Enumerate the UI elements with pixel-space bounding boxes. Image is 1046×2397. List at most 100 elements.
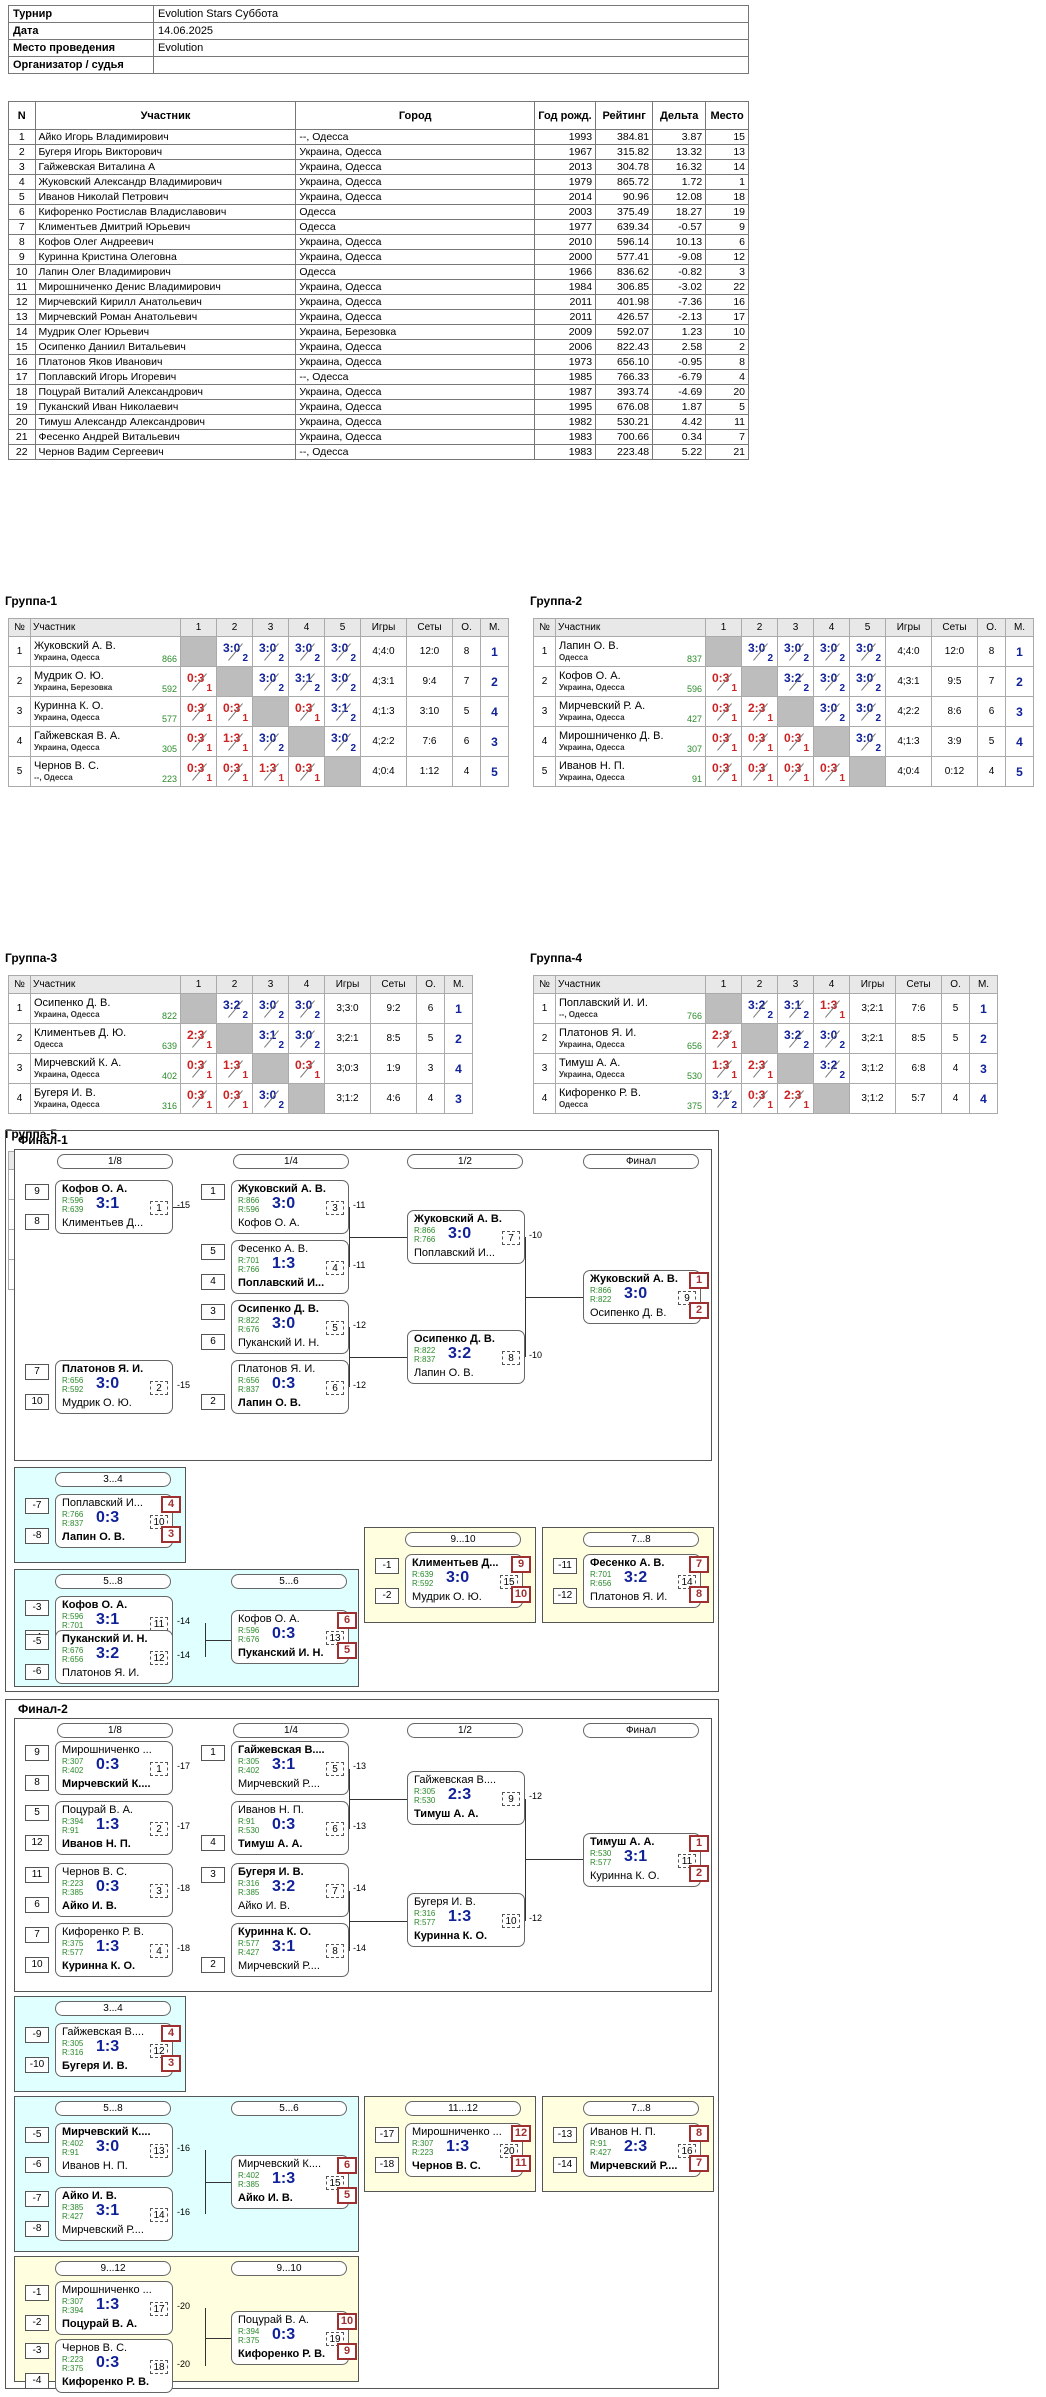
group-player-city: Одесса — [559, 653, 588, 662]
player-year: 1973 — [533, 354, 597, 370]
group-games: 3;1:2 — [324, 1083, 371, 1114]
match-player-2: Мирчевский Р.... — [590, 2160, 678, 2172]
group-row: 4 Мирошниченко Д. В. Украина, Одесса 307 0:3… — [533, 726, 1034, 757]
gh-games: Игры — [324, 975, 371, 994]
group-cell-score: 0:31 — [180, 726, 217, 757]
group-cell-score: 0:31 — [180, 666, 217, 697]
player-place: 20 — [705, 384, 749, 400]
player-number: 22 — [8, 444, 36, 460]
cell-points: 2 — [875, 743, 881, 754]
bracket-match: Жуковский А. В. R:866 R:766 3:0 7 Поплавский … — [407, 1210, 525, 1264]
cell-points: 1 — [803, 743, 809, 754]
group-title: Группа-2 — [530, 594, 583, 608]
group-place: 3 — [480, 726, 509, 757]
group-cell-score: 3:1 2 — [288, 666, 325, 697]
seed-label: -17 — [375, 2127, 399, 2143]
cell-points: 2 — [314, 653, 320, 664]
seed-label: 2 — [201, 1394, 225, 1410]
match-rating-1: R:866 — [238, 1196, 260, 1205]
match-score: 3:0 — [272, 1195, 296, 1212]
player-number: 8 — [8, 234, 36, 250]
group-row: 5 Чернов В. С. --, Одесса 223 0:3 1 0:3 1 1:3 1 0:… — [8, 756, 509, 787]
match-player-1: Осипенко Д. В. — [238, 1303, 319, 1315]
place-label: 6 — [337, 2157, 357, 2174]
group-place: 4 — [444, 1053, 473, 1084]
group-player-city: Украина, Одесса — [559, 773, 625, 782]
player-row: 4 Жуковский Александр Владимирович Украина… — [8, 174, 749, 190]
seed-label: -2 — [25, 2315, 49, 2331]
info-row: Турнир Evolution Stars Суббота — [8, 5, 749, 23]
match-number: 1 — [150, 1201, 168, 1215]
group-points: 8 — [977, 636, 1006, 667]
match-rating-1: R:223 — [62, 1879, 84, 1888]
cell-points: 2 — [839, 683, 845, 694]
match-player-1: Климентьев Д... — [412, 1557, 499, 1569]
group-cell-self — [849, 756, 886, 787]
group-place: 1 — [969, 993, 998, 1024]
group-player-rating: 223 — [161, 774, 177, 784]
group-cell-score: 0:31 — [216, 1083, 253, 1114]
player-name: Мирчевский Роман Анатольевич — [34, 309, 297, 325]
gh-col: 1 — [180, 975, 217, 994]
match-player-1: Жуковский А. В. — [238, 1183, 326, 1195]
group-place: 2 — [480, 666, 509, 697]
match-rating-1: R:223 — [62, 2355, 84, 2364]
place-label: 12 — [511, 2125, 531, 2142]
player-city: --, Одесса — [295, 369, 535, 385]
group-sets: 8:5 — [370, 1023, 417, 1054]
round-header: 1/8 — [57, 1723, 173, 1738]
player-name: Платонов Яков Иванович — [34, 354, 297, 370]
col-place: Место — [705, 101, 749, 130]
match-rating-2: R:402 — [238, 1766, 260, 1775]
gh-o: О. — [416, 975, 445, 994]
group-row: 2 Кофов О. А. Украина, Одесса 596 0:3 1 3:2 2 3:… — [533, 666, 1034, 697]
cell-points: 1 — [839, 1010, 845, 1021]
group-player-city: Одесса — [34, 1040, 63, 1049]
player-place: 3 — [705, 264, 749, 280]
round-header: 1/4 — [233, 1723, 349, 1738]
final-title: Финал-1 — [18, 1133, 68, 1147]
loser-target: -10 — [529, 1230, 543, 1240]
group-points: 4 — [941, 1083, 970, 1114]
group-player-rating: 596 — [686, 684, 702, 694]
group-player-name: Лапин О. В. — [559, 640, 619, 652]
player-rating: 304.78 — [595, 159, 654, 175]
cell-points: 2 — [839, 653, 845, 664]
group-points: 7 — [977, 666, 1006, 697]
match-number: 10 — [502, 1914, 520, 1928]
loser-target: -15 — [177, 1200, 191, 1210]
gh-m: М. — [444, 975, 473, 994]
player-year: 2009 — [533, 324, 597, 340]
group-player-rating: 766 — [686, 1011, 702, 1021]
group-row-number: 4 — [8, 726, 31, 757]
cell-points: 2 — [803, 683, 809, 694]
match-rating-1: R:577 — [238, 1939, 260, 1948]
group-cell-score: 3:1 2 — [324, 696, 361, 727]
group-sets: 7:6 — [895, 993, 942, 1024]
match-number: 6 — [326, 1381, 344, 1395]
round-header: Финал — [583, 1154, 699, 1169]
match-rating-1: R:596 — [62, 1196, 84, 1205]
match-player-1: Кофов О. А. — [238, 1613, 300, 1625]
gh-n: № — [533, 618, 556, 637]
group-points: 5 — [452, 696, 481, 727]
players-header-row: N Участник Город Год рожд. Рейтинг Дельт… — [8, 101, 749, 130]
match-player-1: Тимуш А. А. — [590, 1836, 655, 1848]
seed-label: -10 — [25, 2057, 49, 2073]
match-number: 1 — [150, 1762, 168, 1776]
group-cell-score: 2:31 — [180, 1023, 217, 1054]
match-rating-2: R:427 — [238, 1948, 260, 1957]
group-row-number: 1 — [8, 636, 31, 667]
place-label: 6 — [337, 1612, 357, 1629]
group-player: Жуковский А. В. Украина, Одесса 866 — [30, 636, 181, 667]
player-rating: 393.74 — [595, 384, 654, 400]
round-header: 9...10 — [231, 2261, 347, 2276]
cell-points: 1 — [767, 1070, 773, 1081]
group-row-number: 1 — [533, 993, 556, 1024]
group-place: 2 — [1005, 666, 1034, 697]
cell-points: 1 — [767, 773, 773, 784]
gh-games: Игры — [885, 618, 932, 637]
group-cell-score: 3:02 — [288, 1023, 325, 1054]
match-rating-2: R:385 — [62, 1888, 84, 1897]
bracket-match: Куринна К. О. R:577 R:427 3:1 8 Мирчевский Р.… — [231, 1923, 349, 1977]
